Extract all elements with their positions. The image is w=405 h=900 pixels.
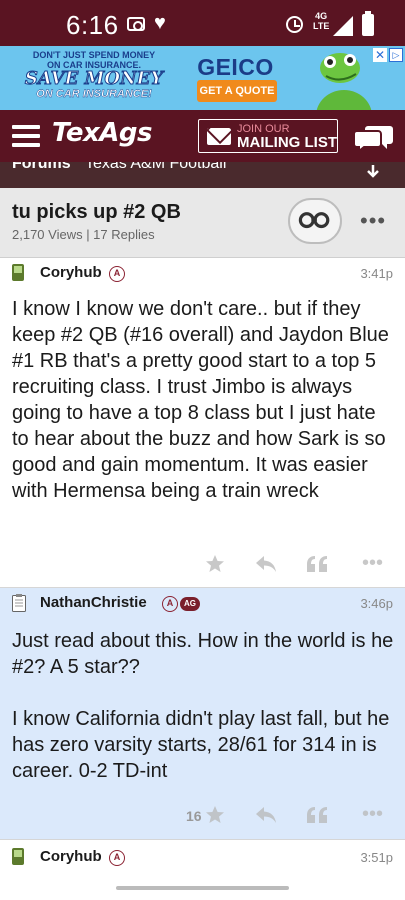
ag-badge: AG: [180, 597, 200, 611]
user-badge: A: [162, 596, 178, 612]
post-header: Coryhub A 3:51p: [0, 842, 405, 872]
chat-bubbles-icon[interactable]: [354, 122, 394, 152]
star-icon[interactable]: [205, 554, 225, 574]
post-body: Just read about this. How in the world i…: [12, 630, 394, 782]
ad-copy: DON'T JUST SPEND MONEY ON CAR INSURANCE.…: [14, 50, 174, 100]
network-type-indicator: 4G LTE: [313, 11, 329, 31]
thread-more-options-icon[interactable]: •••: [360, 208, 386, 234]
binoculars-icon: [298, 212, 330, 229]
ad-banner[interactable]: DON'T JUST SPEND MONEY ON CAR INSURANCE.…: [0, 46, 405, 110]
user-badge: A: [109, 850, 125, 866]
arrow-down-icon[interactable]: [366, 165, 380, 179]
network-generation: 4G: [315, 11, 328, 21]
thread-header: tu picks up #2 QB 2,170 Views | 17 Repli…: [0, 188, 405, 258]
reply-icon[interactable]: [255, 806, 277, 824]
like-count: 16: [186, 808, 202, 824]
post-username[interactable]: NathanChristie: [40, 594, 147, 611]
post-header: NathanChristie A AG 3:46p: [0, 588, 405, 618]
phone-user-icon: [12, 264, 24, 281]
hamburger-menu-icon[interactable]: [12, 125, 40, 147]
watch-thread-button[interactable]: [288, 198, 342, 244]
post-timestamp: 3:51p: [360, 850, 393, 865]
post-item: Coryhub A 3:51p: [0, 842, 405, 882]
post-more-icon[interactable]: •••: [362, 552, 383, 575]
ad-line-4: ON CAR INSURANCE!: [36, 88, 152, 100]
ad-close-icon[interactable]: ✕: [373, 48, 387, 62]
app-header: TexAgs JOIN OUR MAILING LIST: [0, 110, 405, 162]
envelope-icon: [207, 128, 231, 145]
mailing-list-button[interactable]: JOIN OUR MAILING LIST: [198, 119, 338, 153]
home-indicator[interactable]: [116, 886, 289, 890]
alarm-icon: [286, 16, 303, 33]
post-more-icon[interactable]: •••: [362, 803, 383, 826]
ad-line-1: DON'T JUST SPEND MONEY: [32, 50, 156, 60]
ad-brand-logo: GEICO: [197, 54, 274, 80]
post-username[interactable]: Coryhub: [40, 264, 102, 281]
ad-get-quote-button[interactable]: GET A QUOTE: [197, 80, 277, 102]
user-badge: A: [109, 266, 125, 282]
ad-choices-icon[interactable]: ▷: [389, 48, 403, 62]
thread-title: tu picks up #2 QB: [12, 201, 181, 223]
breadcrumb-subforum[interactable]: Texas A&M Football: [85, 162, 226, 173]
post-timestamp: 3:46p: [360, 596, 393, 611]
breadcrumb: Forums Texas A&M Football: [0, 162, 405, 188]
post-divider: [0, 839, 405, 840]
notepad-user-icon: [12, 594, 26, 612]
post-item: Coryhub A 3:41p I know I know we don't c…: [0, 258, 405, 587]
signal-strength-icon: [333, 16, 353, 36]
post-timestamp: 3:41p: [360, 266, 393, 281]
post-header: Coryhub A 3:41p: [0, 258, 405, 288]
status-time: 6:16: [66, 10, 119, 40]
ad-headline: SAVE MONEY: [24, 68, 164, 89]
camera-notification-icon: [127, 17, 145, 31]
heart-notification-icon: ♥: [154, 12, 166, 34]
status-bar: 6:16 ♥ 4G LTE: [0, 0, 405, 46]
thread-meta: 2,170 Views | 17 Replies: [12, 227, 155, 242]
breadcrumb-forums[interactable]: Forums: [12, 162, 71, 173]
star-icon[interactable]: [205, 805, 225, 825]
battery-icon: [362, 11, 374, 36]
post-body: I know I know we don't care.. but if the…: [12, 298, 395, 502]
post-item: NathanChristie A AG 3:46p Just read abou…: [0, 588, 405, 839]
network-lte: LTE: [313, 21, 330, 31]
gecko-mascot-icon: [316, 53, 372, 110]
phone-user-icon: [12, 848, 24, 865]
mailing-list-label: MAILING LIST: [237, 134, 337, 151]
quote-icon[interactable]: [306, 555, 328, 573]
quote-icon[interactable]: [306, 806, 328, 824]
site-logo[interactable]: TexAgs: [52, 118, 153, 148]
post-username[interactable]: Coryhub: [40, 848, 102, 865]
reply-icon[interactable]: [255, 555, 277, 573]
